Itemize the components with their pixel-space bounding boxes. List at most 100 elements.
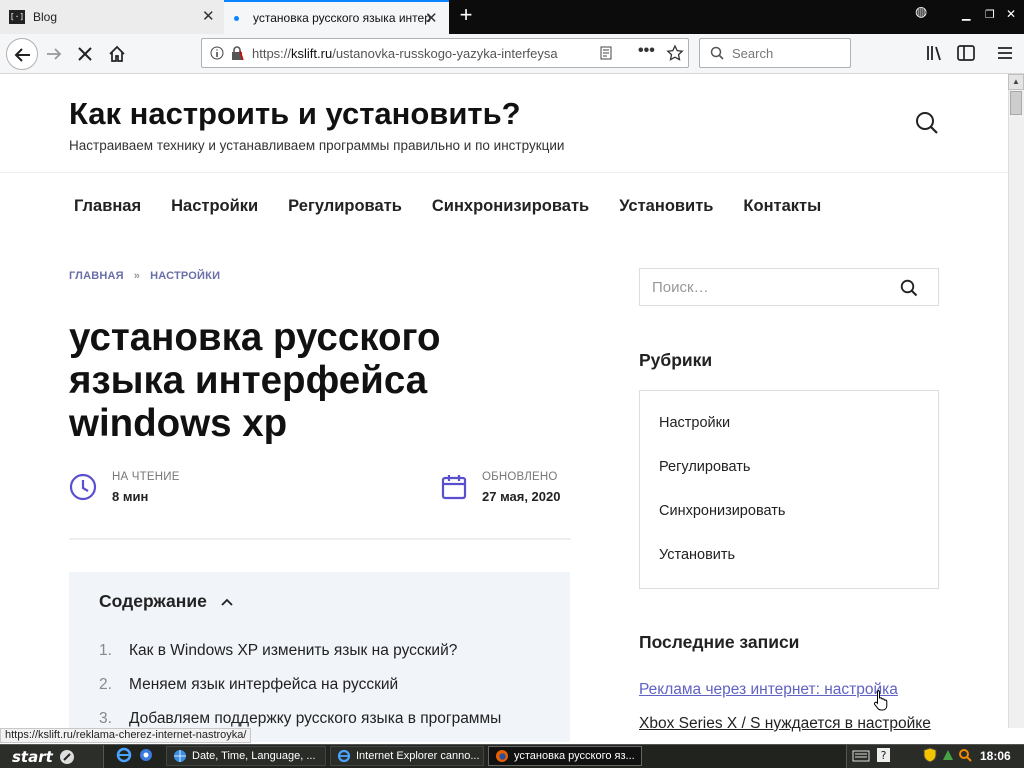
- toc-link[interactable]: Как в Windows XP изменить язык на русски…: [129, 642, 457, 660]
- toc-number: 1.: [99, 642, 112, 659]
- menu-item-contacts[interactable]: Контакты: [743, 197, 821, 216]
- taskbar-item-firefox[interactable]: установка русского яз...: [488, 746, 642, 766]
- toc-number: 2.: [99, 676, 112, 693]
- search-icon[interactable]: [914, 110, 940, 136]
- tab-active[interactable]: установка русского языка интер ✕: [224, 0, 449, 34]
- stop-button[interactable]: [71, 40, 99, 68]
- info-icon[interactable]: [210, 46, 224, 60]
- recent-post-link[interactable]: Xbox Series X / S нуждается в настройке: [639, 715, 931, 733]
- search-icon[interactable]: [900, 279, 918, 297]
- start-label: start: [12, 747, 53, 766]
- new-tab-button[interactable]: +: [455, 4, 477, 27]
- search-tray-icon[interactable]: [958, 748, 972, 762]
- menu-item-adjust[interactable]: Регулировать: [288, 197, 402, 216]
- page-scrollbar[interactable]: [1008, 74, 1024, 728]
- library-icon[interactable]: [924, 43, 944, 63]
- shield-icon[interactable]: [923, 747, 937, 763]
- tab-blog[interactable]: [·] Blog ✕: [0, 0, 224, 34]
- toc-link[interactable]: Добавляем поддержку русского языка в про…: [129, 710, 501, 728]
- arrow-right-icon: [47, 48, 62, 60]
- menu-item-settings[interactable]: Настройки: [171, 197, 258, 216]
- taskbar-clock: 18:06: [980, 749, 1011, 763]
- ie-icon: [337, 749, 351, 763]
- desktop-quicklaunch-icon[interactable]: [138, 747, 154, 763]
- toc-title-text: Содержание: [99, 591, 207, 611]
- hamburger-menu-icon[interactable]: [996, 44, 1014, 62]
- hand-cursor-icon: [873, 690, 888, 711]
- chevron-up-icon[interactable]: [221, 598, 233, 606]
- site-title[interactable]: Как настроить и установить?: [69, 96, 521, 132]
- scroll-up-button[interactable]: ▲: [1008, 74, 1024, 90]
- stop-icon: [78, 47, 92, 61]
- close-icon[interactable]: ✕: [202, 9, 215, 24]
- rubric-item[interactable]: Настройки: [659, 415, 730, 431]
- reader-view-icon[interactable]: [598, 45, 614, 61]
- url-text: https://kslift.ru/ustanovka-russkogo-yaz…: [252, 46, 562, 61]
- reading-time-value: 8 мин: [112, 489, 149, 504]
- sidebar-search-input[interactable]: Поиск…: [639, 268, 939, 306]
- rubric-item[interactable]: Регулировать: [659, 459, 751, 475]
- help-icon[interactable]: ?: [876, 747, 891, 763]
- taskbar-item-label: установка русского яз...: [514, 750, 635, 762]
- back-button[interactable]: [6, 38, 38, 70]
- app-icon: ◍: [915, 4, 928, 20]
- rubric-item[interactable]: Установить: [659, 547, 735, 563]
- home-button[interactable]: [103, 40, 131, 68]
- keyboard-icon[interactable]: [852, 748, 870, 763]
- ie-quicklaunch-icon[interactable]: [116, 747, 132, 763]
- taskbar-item-label: Date, Time, Language, ...: [192, 750, 316, 762]
- tab-label: Blog: [33, 10, 58, 24]
- url-host: kslift.ru: [291, 46, 333, 61]
- toc-item[interactable]: 1. Как в Windows XP изменить язык на русс…: [99, 642, 457, 660]
- forward-button[interactable]: [40, 40, 68, 68]
- menu-item-sync[interactable]: Синхронизировать: [432, 197, 589, 216]
- menu-item-home[interactable]: Главная: [74, 197, 141, 216]
- window-close-button[interactable]: ✕: [1006, 7, 1016, 21]
- breadcrumb-settings[interactable]: НАСТРОЙКИ: [150, 270, 220, 282]
- lock-icon[interactable]: [230, 45, 244, 61]
- reading-time-label: НА ЧТЕНИЕ: [112, 471, 180, 483]
- recent-posts-title: Последние записи: [639, 632, 800, 652]
- taskbar-item-label: Internet Explorer canno...: [356, 750, 480, 762]
- minimize-button[interactable]: ▁: [962, 8, 970, 21]
- close-icon[interactable]: ✕: [425, 11, 438, 26]
- browser-search-placeholder: Search: [732, 46, 774, 61]
- bookmark-star-icon[interactable]: [666, 44, 684, 62]
- globe-icon: [174, 750, 186, 762]
- rubric-item[interactable]: Синхронизировать: [659, 503, 785, 519]
- scroll-thumb[interactable]: [1010, 91, 1022, 115]
- tab-favicon: [·]: [9, 10, 25, 24]
- meta-divider: [69, 538, 571, 540]
- status-bar: https://kslift.ru/reklama-cherez-interne…: [0, 728, 252, 743]
- page-actions-icon[interactable]: •••: [638, 42, 655, 60]
- search-icon: [710, 46, 724, 60]
- toc-link[interactable]: Меняем язык интерфейса на русский: [129, 676, 398, 694]
- toc-item[interactable]: 2. Меняем язык интерфейса на русский: [99, 676, 398, 694]
- arrow-left-icon: [14, 48, 30, 62]
- loading-dot-icon: [234, 15, 239, 21]
- url-bar[interactable]: https://kslift.ru/ustanovka-russkogo-yaz…: [201, 38, 689, 68]
- restore-button[interactable]: ❐: [985, 8, 995, 21]
- home-icon: [109, 45, 125, 62]
- start-button[interactable]: start: [0, 745, 104, 768]
- taskbar-item-ie[interactable]: Internet Explorer canno...: [330, 746, 484, 766]
- article-title: установка русского языка интерфейса wind…: [69, 316, 441, 445]
- breadcrumb-separator: »: [133, 270, 141, 282]
- sidebar-icon[interactable]: [956, 44, 976, 62]
- url-prefix: https://: [252, 46, 292, 61]
- svg-text:?: ?: [881, 749, 887, 762]
- network-icon[interactable]: [941, 748, 955, 762]
- url-path: /ustanovka-russkogo-yazyka-interfeysa: [332, 46, 558, 61]
- toc-item[interactable]: 3. Добавляем поддержку русского языка в п…: [99, 710, 501, 728]
- clock-icon: [69, 473, 97, 501]
- breadcrumb-home[interactable]: ГЛАВНАЯ: [69, 270, 124, 282]
- tab-label: установка русского языка интер: [253, 11, 431, 25]
- browser-search-input[interactable]: Search: [699, 38, 851, 68]
- header-divider: [0, 172, 1008, 173]
- toc-title[interactable]: Содержание: [99, 591, 233, 612]
- recent-post-link[interactable]: Реклама через интернет: настройка: [639, 681, 898, 699]
- main-menu: Главная Настройки Регулировать Синхрониз…: [74, 197, 821, 216]
- menu-item-install[interactable]: Установить: [619, 197, 713, 216]
- taskbar-item-date-time[interactable]: Date, Time, Language, ...: [166, 746, 326, 766]
- sidebar-search-placeholder: Поиск…: [652, 279, 709, 296]
